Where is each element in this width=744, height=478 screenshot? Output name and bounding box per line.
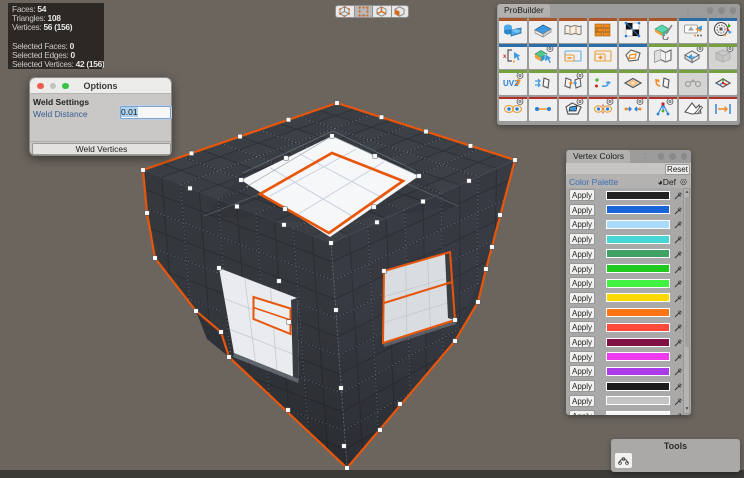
svg-text:x: x: [503, 54, 507, 60]
